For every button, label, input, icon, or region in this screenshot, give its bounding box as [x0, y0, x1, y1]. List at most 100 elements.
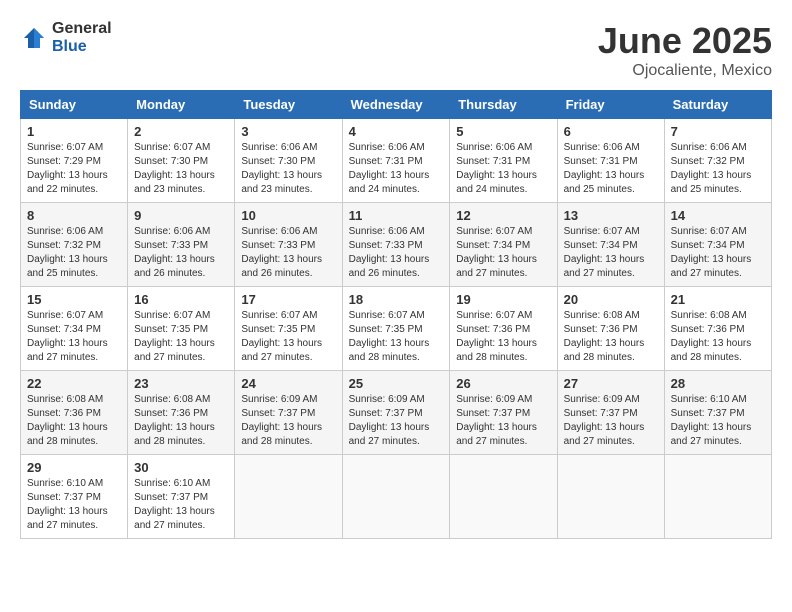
calendar: SundayMondayTuesdayWednesdayThursdayFrid…: [20, 90, 772, 539]
day-number: 12: [456, 208, 550, 223]
weekday-header-tuesday: Tuesday: [235, 91, 342, 119]
day-cell: 9Sunrise: 6:06 AM Sunset: 7:33 PM Daylig…: [128, 203, 235, 287]
location: Ojocaliente, Mexico: [598, 62, 772, 80]
day-cell: 13 Sunrise: 6:07 AM Sunset: 7:34 PM Dayli…: [557, 203, 664, 287]
day-number: 4: [349, 124, 444, 139]
weekday-header-wednesday: Wednesday: [342, 91, 450, 119]
day-cell: 30 Sunrise: 6:10 AM Sunset: 7:37 PM Dayli…: [128, 455, 235, 539]
day-number: 2: [134, 124, 228, 139]
day-info: Sunrise: 6:07 AM Sunset: 7:34 PM Dayligh…: [564, 225, 658, 281]
day-info: Sunrise: 6:07 AM Sunset: 7:35 PM Dayligh…: [134, 309, 228, 365]
day-number: 28: [671, 376, 765, 391]
day-cell: 3Sunrise: 6:06 AM Sunset: 7:30 PM Daylig…: [235, 119, 342, 203]
day-number: 22: [27, 376, 121, 391]
day-info: Sunrise: 6:07 AM Sunset: 7:35 PM Dayligh…: [241, 309, 335, 365]
day-number: 23: [134, 376, 228, 391]
day-cell: [664, 455, 771, 539]
day-info: Sunrise: 6:07 AM Sunset: 7:34 PM Dayligh…: [671, 225, 765, 281]
day-number: 13: [564, 208, 658, 223]
day-number: 29: [27, 460, 121, 475]
day-info: Sunrise: 6:07 AM Sunset: 7:34 PM Dayligh…: [456, 225, 550, 281]
week-row-0: 1 Sunrise: 6:07 AM Sunset: 7:29 PM Daylig…: [21, 119, 772, 203]
day-info: Sunrise: 6:06 AM Sunset: 7:31 PM Dayligh…: [564, 141, 658, 197]
day-cell: 20 Sunrise: 6:08 AM Sunset: 7:36 PM Dayli…: [557, 287, 664, 371]
day-cell: 28 Sunrise: 6:10 AM Sunset: 7:37 PM Dayli…: [664, 371, 771, 455]
day-number: 15: [27, 292, 121, 307]
day-number: 27: [564, 376, 658, 391]
day-info: Sunrise: 6:09 AM Sunset: 7:37 PM Dayligh…: [241, 393, 335, 449]
day-info: Sunrise: 6:08 AM Sunset: 7:36 PM Dayligh…: [671, 309, 765, 365]
day-cell: 1 Sunrise: 6:07 AM Sunset: 7:29 PM Daylig…: [21, 119, 128, 203]
title-area: June 2025 Ojocaliente, Mexico: [598, 20, 772, 80]
day-cell: 15Sunrise: 6:07 AM Sunset: 7:34 PM Dayli…: [21, 287, 128, 371]
day-number: 26: [456, 376, 550, 391]
day-cell: 21 Sunrise: 6:08 AM Sunset: 7:36 PM Dayli…: [664, 287, 771, 371]
day-number: 24: [241, 376, 335, 391]
day-number: 16: [134, 292, 228, 307]
day-cell: 22Sunrise: 6:08 AM Sunset: 7:36 PM Dayli…: [21, 371, 128, 455]
header: General Blue June 2025 Ojocaliente, Mexi…: [20, 20, 772, 80]
day-number: 19: [456, 292, 550, 307]
day-cell: 24 Sunrise: 6:09 AM Sunset: 7:37 PM Dayli…: [235, 371, 342, 455]
day-cell: 18Sunrise: 6:07 AM Sunset: 7:35 PM Dayli…: [342, 287, 450, 371]
day-number: 20: [564, 292, 658, 307]
day-cell: 11 Sunrise: 6:06 AM Sunset: 7:33 PM Dayli…: [342, 203, 450, 287]
day-cell: 29 Sunrise: 6:10 AM Sunset: 7:37 PM Dayli…: [21, 455, 128, 539]
day-cell: 14 Sunrise: 6:07 AM Sunset: 7:34 PM Dayli…: [664, 203, 771, 287]
day-number: 9: [134, 208, 228, 223]
week-row-3: 22 Sunrise: 6:08 AM Sunset: 7:36 PM Dayli…: [21, 371, 772, 455]
day-info: Sunrise: 6:06 AM Sunset: 7:32 PM Dayligh…: [671, 141, 765, 197]
day-info: Sunrise: 6:08 AM Sunset: 7:36 PM Dayligh…: [134, 393, 228, 449]
day-info: Sunrise: 6:07 AM Sunset: 7:36 PM Dayligh…: [456, 309, 550, 365]
weekday-header-monday: Monday: [128, 91, 235, 119]
day-info: Sunrise: 6:10 AM Sunset: 7:37 PM Dayligh…: [671, 393, 765, 449]
week-row-2: 15Sunrise: 6:07 AM Sunset: 7:34 PM Dayli…: [21, 287, 772, 371]
logo-icon: [20, 24, 48, 52]
day-info: Sunrise: 6:08 AM Sunset: 7:36 PM Dayligh…: [564, 309, 658, 365]
day-number: 11: [349, 208, 444, 223]
day-number: 30: [134, 460, 228, 475]
day-info: Sunrise: 6:09 AM Sunset: 7:37 PM Dayligh…: [564, 393, 658, 449]
day-cell: 12 Sunrise: 6:07 AM Sunset: 7:34 PM Dayli…: [450, 203, 557, 287]
day-number: 14: [671, 208, 765, 223]
day-info: Sunrise: 6:06 AM Sunset: 7:33 PM Dayligh…: [241, 225, 335, 281]
logo: General Blue: [20, 20, 112, 55]
day-number: 17: [241, 292, 335, 307]
day-number: 5: [456, 124, 550, 139]
day-number: 6: [564, 124, 658, 139]
day-cell: 19 Sunrise: 6:07 AM Sunset: 7:36 PM Dayli…: [450, 287, 557, 371]
week-row-4: 29 Sunrise: 6:10 AM Sunset: 7:37 PM Dayli…: [21, 455, 772, 539]
day-info: Sunrise: 6:06 AM Sunset: 7:30 PM Dayligh…: [241, 141, 335, 197]
day-cell: 26 Sunrise: 6:09 AM Sunset: 7:37 PM Dayli…: [450, 371, 557, 455]
day-cell: 7 Sunrise: 6:06 AM Sunset: 7:32 PM Daylig…: [664, 119, 771, 203]
week-row-1: 8Sunrise: 6:06 AM Sunset: 7:32 PM Daylig…: [21, 203, 772, 287]
day-cell: 6 Sunrise: 6:06 AM Sunset: 7:31 PM Daylig…: [557, 119, 664, 203]
day-cell: 25 Sunrise: 6:09 AM Sunset: 7:37 PM Dayli…: [342, 371, 450, 455]
day-cell: [235, 455, 342, 539]
day-info: Sunrise: 6:09 AM Sunset: 7:37 PM Dayligh…: [456, 393, 550, 449]
weekday-header-saturday: Saturday: [664, 91, 771, 119]
day-info: Sunrise: 6:09 AM Sunset: 7:37 PM Dayligh…: [349, 393, 444, 449]
day-cell: 10 Sunrise: 6:06 AM Sunset: 7:33 PM Dayli…: [235, 203, 342, 287]
logo-blue-text: Blue: [52, 38, 112, 56]
day-info: Sunrise: 6:07 AM Sunset: 7:29 PM Dayligh…: [27, 141, 121, 197]
day-cell: 4 Sunrise: 6:06 AM Sunset: 7:31 PM Daylig…: [342, 119, 450, 203]
day-number: 10: [241, 208, 335, 223]
day-cell: 23 Sunrise: 6:08 AM Sunset: 7:36 PM Dayli…: [128, 371, 235, 455]
day-cell: 17 Sunrise: 6:07 AM Sunset: 7:35 PM Dayli…: [235, 287, 342, 371]
day-number: 25: [349, 376, 444, 391]
day-info: Sunrise: 6:06 AM Sunset: 7:31 PM Dayligh…: [349, 141, 444, 197]
day-info: Sunrise: 6:06 AM Sunset: 7:33 PM Dayligh…: [349, 225, 444, 281]
weekday-header-thursday: Thursday: [450, 91, 557, 119]
logo-general-text: General: [52, 20, 112, 38]
day-info: Sunrise: 6:10 AM Sunset: 7:37 PM Dayligh…: [27, 477, 121, 533]
weekday-header-sunday: Sunday: [21, 91, 128, 119]
day-number: 1: [27, 124, 121, 139]
day-cell: 27 Sunrise: 6:09 AM Sunset: 7:37 PM Dayli…: [557, 371, 664, 455]
day-number: 7: [671, 124, 765, 139]
day-info: Sunrise: 6:06 AM Sunset: 7:32 PM Dayligh…: [27, 225, 121, 281]
day-cell: [342, 455, 450, 539]
day-number: 21: [671, 292, 765, 307]
day-info: Sunrise: 6:10 AM Sunset: 7:37 PM Dayligh…: [134, 477, 228, 533]
day-info: Sunrise: 6:07 AM Sunset: 7:30 PM Dayligh…: [134, 141, 228, 197]
